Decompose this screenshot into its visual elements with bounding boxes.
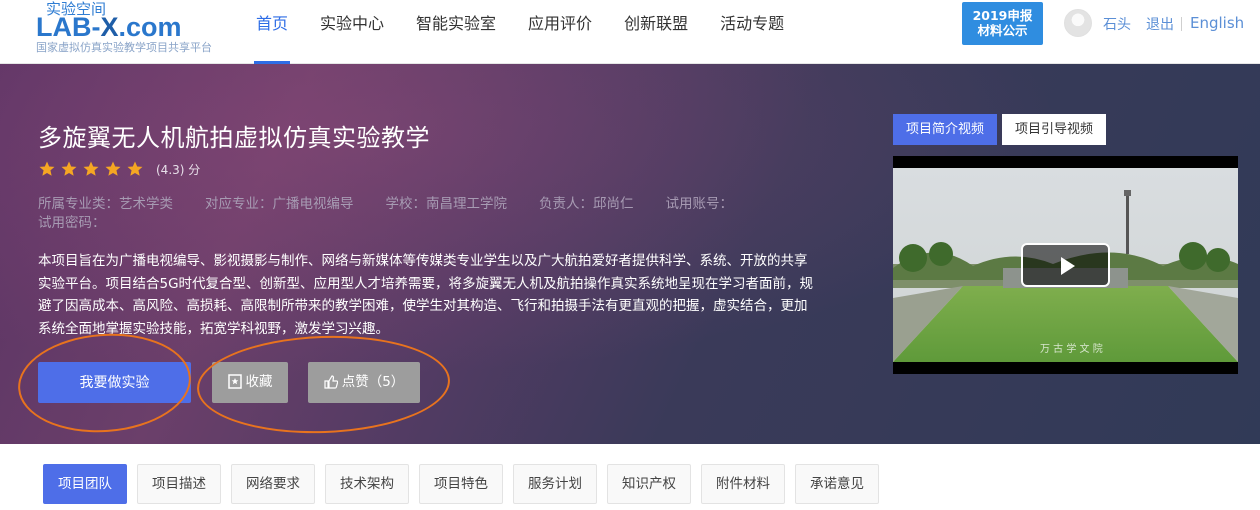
- detail-tabs: 项目团队 项目描述 网络要求 技术架构 项目特色 服务计划 知识产权 附件材料 …: [43, 464, 889, 504]
- meta-leader: 负责人：邱尚仁: [539, 196, 634, 212]
- header-divider: [1181, 17, 1182, 31]
- tab-features[interactable]: 项目特色: [419, 464, 503, 504]
- logo-subtitle: 国家虚拟仿真实验教学项目共享平台: [36, 41, 212, 54]
- project-hero: 多旋翼无人机航拍虚拟仿真实验教学 (4.3) 分 所属专业类：艺术学类 对应专业：…: [0, 64, 1260, 444]
- nav-home[interactable]: 首页: [240, 0, 304, 64]
- project-meta: 所属专业类：艺术学类 对应专业：广播电视编导 学校：南昌理工学院 负责人：邱尚仁 试用账…: [38, 195, 798, 233]
- username-link[interactable]: 石头: [1103, 14, 1131, 34]
- do-experiment-button[interactable]: 我要做实验: [38, 362, 191, 403]
- tab-attachments[interactable]: 附件材料: [701, 464, 785, 504]
- announcement-badge[interactable]: 2019申报 材料公示: [962, 2, 1043, 45]
- project-title: 多旋翼无人机航拍虚拟仿真实验教学: [38, 124, 430, 152]
- nav-smart-lab[interactable]: 智能实验室: [400, 0, 512, 64]
- thumbs-up-icon: [324, 375, 338, 389]
- nav-events[interactable]: 活动专题: [704, 0, 800, 64]
- star-icon: [39, 161, 55, 176]
- site-logo[interactable]: 实验空间 LAB-X.com 国家虚拟仿真实验教学项目共享平台: [36, 0, 226, 60]
- tab-team[interactable]: 项目团队: [43, 464, 127, 504]
- meta-major: 对应专业：广播电视编导: [205, 196, 354, 212]
- tab-guide-video[interactable]: 项目引导视频: [1002, 114, 1106, 145]
- play-button[interactable]: [1021, 243, 1110, 287]
- meta-category: 所属专业类：艺术学类: [38, 196, 173, 212]
- video-player[interactable]: 万 古 学 文 院: [893, 156, 1238, 374]
- tab-ip[interactable]: 知识产权: [607, 464, 691, 504]
- star-icon: [83, 161, 99, 176]
- rating-stars: (4.3) 分: [38, 160, 200, 178]
- tab-commitment[interactable]: 承诺意见: [795, 464, 879, 504]
- star-icon: [127, 161, 143, 176]
- video-caption: 万 古 学 文 院: [1040, 344, 1103, 355]
- like-button[interactable]: 点赞（5）: [308, 362, 420, 403]
- top-header: 实验空间 LAB-X.com 国家虚拟仿真实验教学项目共享平台 首页 实验中心 …: [0, 0, 1260, 64]
- bookmark-icon: [227, 374, 242, 389]
- tab-architecture[interactable]: 技术架构: [325, 464, 409, 504]
- main-nav: 首页 实验中心 智能实验室 应用评价 创新联盟 活动专题: [240, 0, 800, 64]
- star-icon: [61, 161, 77, 176]
- nav-experiment-center[interactable]: 实验中心: [304, 0, 400, 64]
- like-label: 点赞（5）: [341, 374, 405, 390]
- language-switch[interactable]: English: [1190, 14, 1244, 32]
- badge-line-1: 2019申报: [972, 8, 1033, 23]
- logout-link[interactable]: 退出: [1146, 14, 1174, 34]
- tab-service-plan[interactable]: 服务计划: [513, 464, 597, 504]
- meta-trial-password: 试用密码：: [38, 215, 106, 231]
- favorite-button[interactable]: 收藏: [212, 362, 288, 403]
- tab-network[interactable]: 网络要求: [231, 464, 315, 504]
- meta-school: 学校：南昌理工学院: [385, 196, 508, 212]
- rating-text: (4.3) 分: [156, 162, 201, 177]
- nav-alliance[interactable]: 创新联盟: [608, 0, 704, 64]
- project-description: 本项目旨在为广播电视编导、影视摄影与制作、网络与新媒体等传媒类专业学生以及广大航…: [38, 253, 814, 337]
- avatar[interactable]: [1064, 9, 1092, 37]
- meta-trial-account: 试用账号：: [665, 196, 734, 212]
- badge-line-2: 材料公示: [977, 23, 1028, 38]
- tab-description[interactable]: 项目描述: [137, 464, 221, 504]
- favorite-label: 收藏: [245, 374, 273, 390]
- star-icon: [105, 161, 121, 176]
- nav-evaluation[interactable]: 应用评价: [512, 0, 608, 64]
- tab-intro-video[interactable]: 项目简介视频: [893, 114, 997, 145]
- play-icon: [1061, 257, 1075, 275]
